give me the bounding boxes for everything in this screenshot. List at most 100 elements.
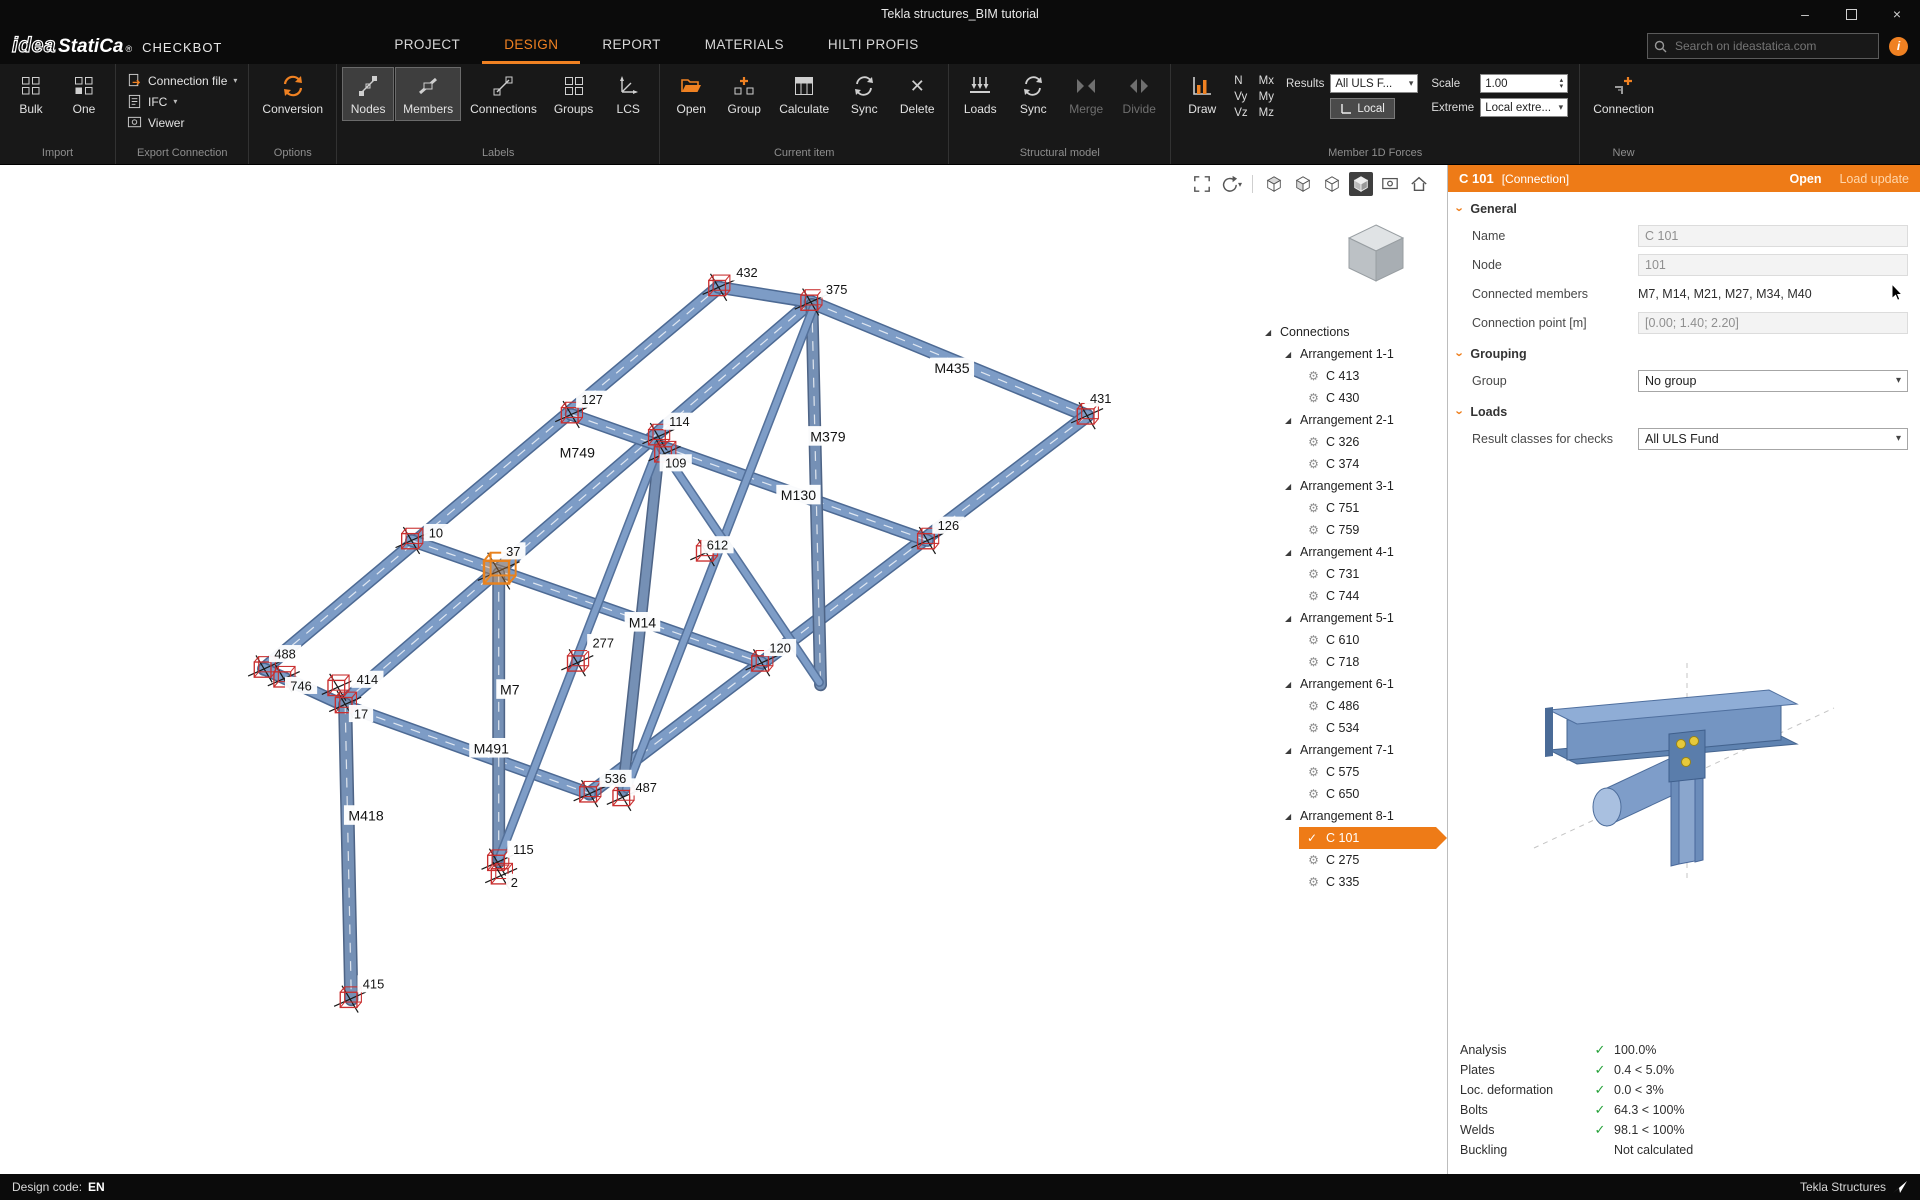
draw-button[interactable]: Draw xyxy=(1176,67,1228,121)
load-update-button[interactable]: Load update xyxy=(1839,172,1909,186)
zoom-fit-button[interactable] xyxy=(1190,172,1214,196)
extreme-dropdown[interactable]: Local extre... ▾ xyxy=(1480,98,1568,117)
tree-group-arrangement-8-1[interactable]: ◢Arrangement 8-1 xyxy=(1263,805,1439,827)
tree-item[interactable]: ⚙C 718 xyxy=(1263,651,1439,673)
rotate-view-button[interactable]: ▾ xyxy=(1219,172,1243,196)
force-toggle-mz[interactable]: Mz xyxy=(1259,107,1274,119)
groups-toggle-button[interactable]: Groups xyxy=(546,67,601,121)
tab-project[interactable]: PROJECT xyxy=(372,28,482,64)
search-input[interactable] xyxy=(1673,38,1872,54)
new-connection-button[interactable]: Connection xyxy=(1585,67,1662,121)
open-connection-button[interactable]: Open xyxy=(1790,172,1822,186)
open-folder-icon xyxy=(680,74,702,98)
force-toggle-my[interactable]: My xyxy=(1259,91,1274,103)
tree-item[interactable]: ⚙C 326 xyxy=(1263,431,1439,453)
merge-button[interactable]: Merge xyxy=(1060,67,1112,121)
home-view-button[interactable] xyxy=(1407,172,1431,196)
section-loads[interactable]: › Loads xyxy=(1448,395,1920,424)
model-viewport[interactable]: M435M749M379M130M14M7M491M41843237543112… xyxy=(0,165,1447,1174)
result-classes-dropdown[interactable]: All ULS Fund ▾ xyxy=(1638,428,1908,450)
tree-group-arrangement-1-1[interactable]: ◢Arrangement 1-1 xyxy=(1263,343,1439,365)
tree-item[interactable]: ⚙C 534 xyxy=(1263,717,1439,739)
close-button[interactable]: × xyxy=(1874,0,1920,28)
open-button[interactable]: Open xyxy=(665,67,717,121)
tree-item[interactable]: ⚙C 731 xyxy=(1263,563,1439,585)
scale-spinner[interactable]: 1.00 ▴▾ xyxy=(1480,74,1568,93)
tab-materials[interactable]: MATERIALS xyxy=(683,28,806,64)
design-code-label: Design code: xyxy=(12,1180,82,1194)
results-dropdown[interactable]: All ULS F... ▾ xyxy=(1330,74,1418,93)
tree-group-arrangement-4-1[interactable]: ◢Arrangement 4-1 xyxy=(1263,541,1439,563)
navigation-cube[interactable] xyxy=(1339,217,1413,291)
lcs-toggle-button[interactable]: LCS xyxy=(602,67,654,121)
minimize-button[interactable]: – xyxy=(1782,0,1828,28)
one-button[interactable]: One xyxy=(58,67,110,121)
delete-button[interactable]: ✕ Delete xyxy=(891,67,943,121)
model-sync-button[interactable]: Sync xyxy=(1007,67,1059,121)
connection-file-button[interactable]: Connection file ▾ xyxy=(123,71,241,90)
tree-group-arrangement-3-1[interactable]: ◢Arrangement 3-1 xyxy=(1263,475,1439,497)
group-dropdown[interactable]: No group ▾ xyxy=(1638,370,1908,392)
chevron-down-icon: ▾ xyxy=(1896,433,1901,444)
viewer-button[interactable]: Viewer xyxy=(123,113,241,132)
tree-item[interactable]: ⚙C 744 xyxy=(1263,585,1439,607)
tree-item[interactable]: ⚙C 575 xyxy=(1263,761,1439,783)
tree-item[interactable]: ⚙C 335 xyxy=(1263,871,1439,893)
tree-caret-icon: ◢ xyxy=(1265,328,1274,337)
app-window: Tekla structures_BIM tutorial – × idea S… xyxy=(0,0,1920,1200)
tab-design[interactable]: DESIGN xyxy=(482,28,580,64)
visibility-button[interactable] xyxy=(1378,172,1402,196)
tree-group-arrangement-5-1[interactable]: ◢Arrangement 5-1 xyxy=(1263,607,1439,629)
force-toggle-vz[interactable]: Vz xyxy=(1234,107,1247,119)
conversion-button[interactable]: Conversion xyxy=(254,67,331,121)
shaded-view-button[interactable] xyxy=(1349,172,1373,196)
tree-item[interactable]: ⚙C 275 xyxy=(1263,849,1439,871)
maximize-button[interactable] xyxy=(1828,0,1874,28)
members-toggle-button[interactable]: Members xyxy=(395,67,461,121)
bulk-button[interactable]: Bulk xyxy=(5,67,57,121)
loads-button[interactable]: Loads xyxy=(954,67,1006,121)
result-label: Buckling xyxy=(1460,1143,1586,1157)
tree-item[interactable]: ⚙C 430 xyxy=(1263,387,1439,409)
divide-button[interactable]: Divide xyxy=(1113,67,1165,121)
tree-item[interactable]: ⚙C 413 xyxy=(1263,365,1439,387)
tree-item[interactable]: ⚙C 374 xyxy=(1263,453,1439,475)
sync-button[interactable]: Sync xyxy=(838,67,890,121)
force-toggle-vy[interactable]: Vy xyxy=(1234,91,1247,103)
tree-item[interactable]: ⚙C 486 xyxy=(1263,695,1439,717)
group-plus-icon xyxy=(733,74,755,98)
force-toggle-n[interactable]: N xyxy=(1234,75,1247,87)
local-toggle-button[interactable]: Local xyxy=(1330,98,1395,119)
view-front-button[interactable] xyxy=(1291,172,1315,196)
structure-3d-scene[interactable]: M435M749M379M130M14M7M491M41843237543112… xyxy=(0,165,1447,1174)
toolbar-divider xyxy=(1252,175,1253,193)
design-code-value: EN xyxy=(88,1180,105,1194)
connections-toggle-button[interactable]: Connections xyxy=(462,67,545,121)
calculate-button[interactable]: Calculate xyxy=(771,67,837,121)
group-button[interactable]: Group xyxy=(718,67,770,121)
tab-hilti-profis[interactable]: HILTI PROFIS xyxy=(806,28,941,64)
tree-item[interactable]: ⚙C 759 xyxy=(1263,519,1439,541)
section-general[interactable]: › General xyxy=(1448,192,1920,221)
force-toggle-mx[interactable]: Mx xyxy=(1259,75,1274,87)
view-iso-button[interactable] xyxy=(1320,172,1344,196)
section-grouping[interactable]: › Grouping xyxy=(1448,337,1920,366)
section-chevron-icon: › xyxy=(1454,410,1467,414)
tab-report[interactable]: REPORT xyxy=(580,28,682,64)
svg-text:746: 746 xyxy=(290,678,312,693)
tree-group-arrangement-6-1[interactable]: ◢Arrangement 6-1 xyxy=(1263,673,1439,695)
tree-group-arrangement-7-1[interactable]: ◢Arrangement 7-1 xyxy=(1263,739,1439,761)
tree-root-item[interactable]: ◢Connections xyxy=(1263,321,1439,343)
info-button[interactable]: i xyxy=(1889,37,1908,56)
tree-item-selected[interactable]: ✓C 101 xyxy=(1299,827,1447,849)
result-row: Welds✓98.1 < 100% xyxy=(1460,1120,1908,1140)
tree-item[interactable]: ⚙C 610 xyxy=(1263,629,1439,651)
tree-group-arrangement-2-1[interactable]: ◢Arrangement 2-1 xyxy=(1263,409,1439,431)
connection-preview-3d[interactable] xyxy=(1519,638,1849,888)
view-top-button[interactable] xyxy=(1262,172,1286,196)
tree-item[interactable]: ⚙C 650 xyxy=(1263,783,1439,805)
nodes-toggle-button[interactable]: Nodes xyxy=(342,67,394,121)
tree-item[interactable]: ⚙C 751 xyxy=(1263,497,1439,519)
ifc-button[interactable]: IFC ▾ xyxy=(123,92,241,111)
spinner-arrows-icon[interactable]: ▴▾ xyxy=(1560,78,1564,90)
